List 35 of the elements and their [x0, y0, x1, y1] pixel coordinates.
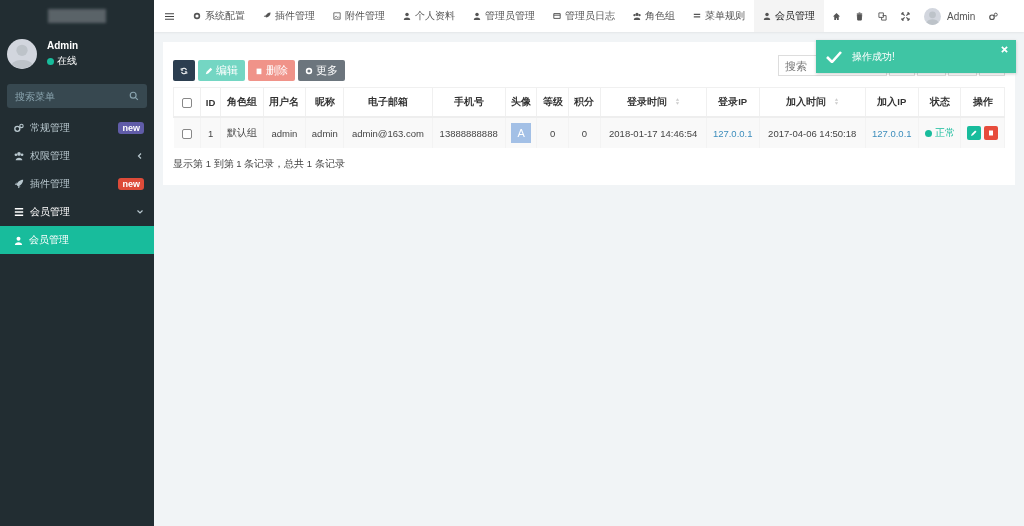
column-header: 操作	[972, 95, 993, 107]
online-status: 在线	[47, 54, 79, 68]
column-header: 等级	[542, 95, 563, 107]
status-label: 正常	[924, 126, 955, 140]
table-cell: admin	[271, 127, 298, 139]
column-header: 登录IP	[718, 95, 748, 107]
menu-item-label: 会员管理	[30, 205, 71, 219]
menu-item-label: 插件管理	[30, 177, 71, 191]
column-header: 状态	[929, 95, 950, 107]
column-header: 角色组	[226, 95, 257, 107]
column-header: ID	[205, 96, 216, 108]
table-cell: admin@163.com	[351, 127, 424, 139]
table-cell: 2017-04-06 14:50:18	[768, 127, 857, 139]
table-cell: 默认组	[226, 126, 257, 138]
table-cell: 0	[550, 127, 556, 139]
toast-message: 操作成功!	[852, 49, 896, 64]
pagination-info: 显示第 1 到第 1 条记录，总共 1 条记录	[173, 158, 346, 171]
table-cell: 2018-01-17 14:46:54	[609, 127, 698, 139]
new-badge: new	[118, 178, 144, 190]
menu-item-label: 权限管理	[30, 149, 71, 163]
column-header: 电子邮箱	[367, 95, 408, 107]
column-header: 加入IP	[877, 95, 907, 107]
column-header: 用户名	[269, 95, 300, 107]
menu-item-label: 常规管理	[30, 121, 71, 135]
column-header: 手机号	[453, 95, 484, 107]
table-cell: 1	[207, 127, 214, 139]
table-cell: 0	[581, 127, 587, 139]
column-header: 头像	[511, 95, 532, 107]
user-name: Admin	[47, 40, 79, 51]
column-header: 积分	[574, 95, 595, 107]
table-cell: admin	[311, 127, 338, 139]
letter-avatar: A	[511, 123, 532, 143]
new-badge: new	[118, 122, 144, 134]
column-header: 昵称	[314, 95, 335, 107]
table-cell: 13888888888	[439, 127, 498, 139]
